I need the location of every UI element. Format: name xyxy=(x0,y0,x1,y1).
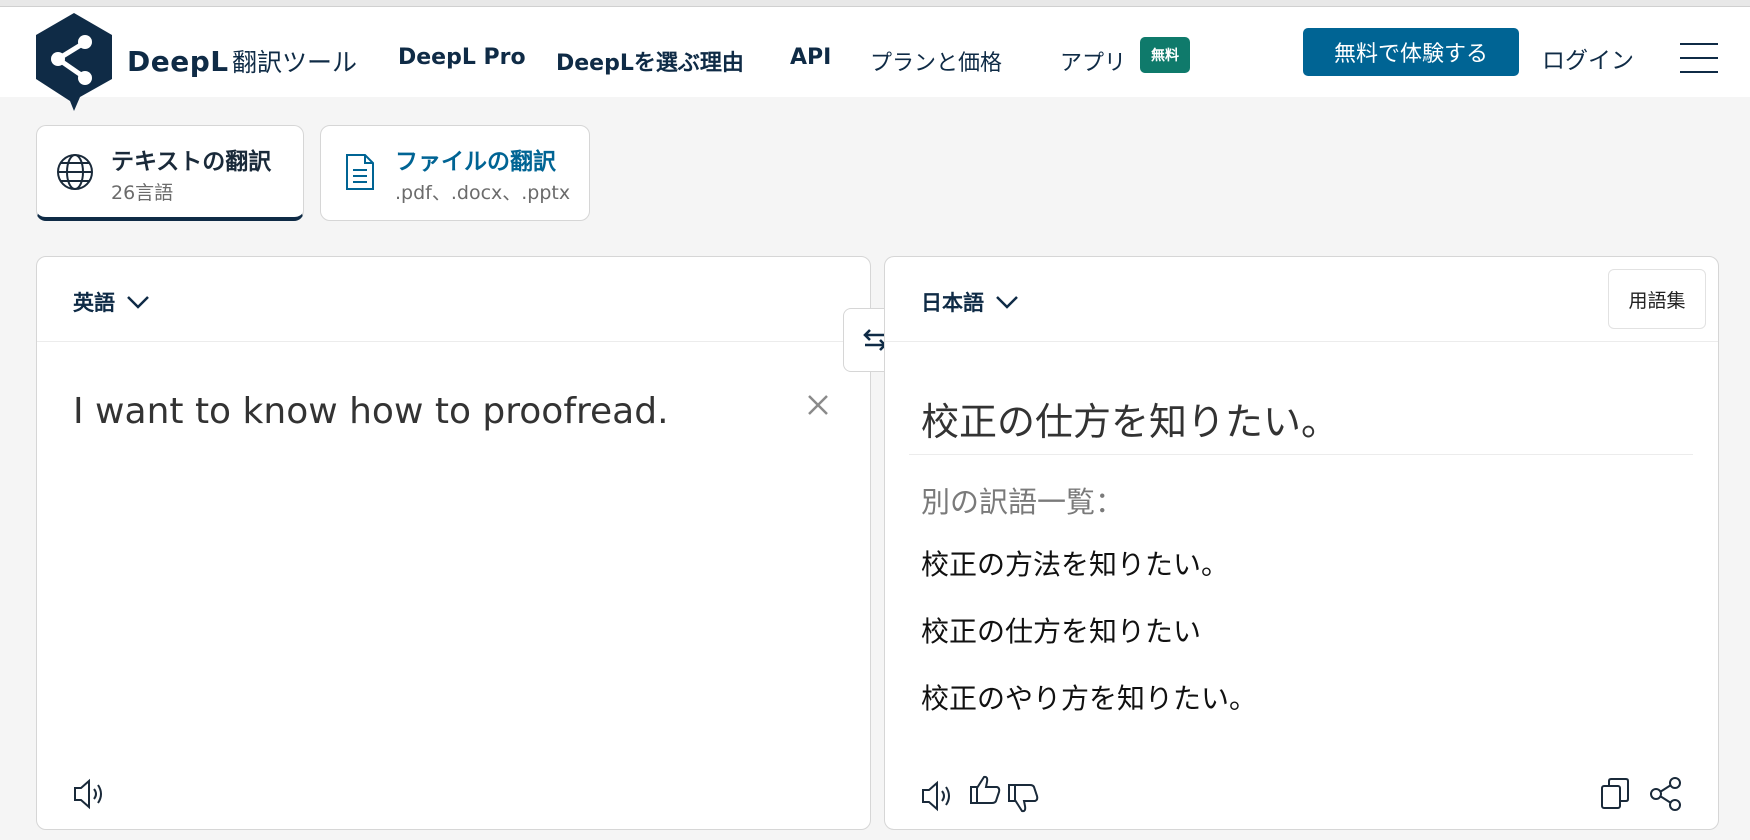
document-icon xyxy=(346,154,374,190)
target-panel: 日本語 用語集 校正の仕方を知りたい。 別の訳語一覧： 校正の方法を知りたい。 … xyxy=(884,256,1719,830)
tab-text-translation[interactable]: テキストの翻訳 26言語 xyxy=(36,125,304,221)
alternatives-label: 別の訳語一覧： xyxy=(921,485,1125,519)
source-text-input[interactable]: I want to know how to proofread. xyxy=(73,391,669,432)
browser-top-edge xyxy=(0,0,1750,7)
alternative-item[interactable]: 校正のやり方を知りたい。 xyxy=(921,677,1257,717)
tab-text-title: テキストの翻訳 xyxy=(111,149,272,175)
tab-file-title: ファイルの翻訳 xyxy=(395,149,556,175)
nav-deepl-pro[interactable]: DeepL Pro xyxy=(398,45,526,70)
free-trial-button[interactable]: 無料で体験する xyxy=(1303,28,1519,76)
source-panel-header: 英語 xyxy=(37,257,870,342)
login-link[interactable]: ログイン xyxy=(1542,41,1634,75)
speaker-icon[interactable] xyxy=(919,777,957,815)
brand-subtitle[interactable]: 翻訳ツール xyxy=(232,43,357,79)
nav-api[interactable]: API xyxy=(790,45,831,70)
target-panel-header: 日本語 用語集 xyxy=(885,257,1718,342)
nav-apps[interactable]: アプリ xyxy=(1060,45,1126,77)
chevron-down-icon xyxy=(996,296,1018,309)
nav-pricing[interactable]: プランと価格 xyxy=(870,45,1002,77)
deepl-logo-icon[interactable] xyxy=(34,13,114,111)
globe-icon xyxy=(57,154,93,190)
speaker-icon[interactable] xyxy=(71,775,109,813)
brand-name[interactable]: DeepL xyxy=(127,45,229,78)
alternative-item[interactable]: 校正の方法を知りたい。 xyxy=(921,543,1229,583)
glossary-button[interactable]: 用語集 xyxy=(1608,269,1706,329)
nav-why-deepl-label: DeepLを選ぶ理由 xyxy=(556,51,744,76)
target-language-selector[interactable]: 日本語 xyxy=(921,287,1020,317)
result-divider xyxy=(909,454,1693,455)
tab-text-subtitle: 26言語 xyxy=(111,182,174,204)
alternative-item[interactable]: 校正の仕方を知りたい xyxy=(921,610,1201,650)
thumbs-down-icon[interactable] xyxy=(1005,779,1043,817)
source-language-selector[interactable]: 英語 xyxy=(73,287,151,317)
tab-file-subtitle: .pdf、.docx、.pptx xyxy=(395,182,571,204)
translation-result[interactable]: 校正の仕方を知りたい。 xyxy=(921,391,1339,446)
target-language-label: 日本語 xyxy=(921,291,984,315)
chevron-down-icon xyxy=(127,296,149,309)
share-icon[interactable] xyxy=(1647,775,1685,813)
nav-why-deepl[interactable]: DeepLを選ぶ理由 xyxy=(556,45,744,77)
thumbs-up-icon[interactable] xyxy=(967,771,1005,809)
free-badge: 無料 xyxy=(1140,37,1190,73)
copy-icon[interactable] xyxy=(1597,775,1635,813)
tab-file-translation[interactable]: ファイルの翻訳 .pdf、.docx、.pptx xyxy=(320,125,590,221)
source-panel: 英語 I want to know how to proofread. xyxy=(36,256,871,830)
site-header: DeepL 翻訳ツール DeepL Pro DeepLを選ぶ理由 API プラン… xyxy=(0,7,1750,111)
source-language-label: 英語 xyxy=(73,291,115,315)
hamburger-menu-icon[interactable] xyxy=(1680,43,1718,73)
close-icon[interactable] xyxy=(803,390,833,420)
